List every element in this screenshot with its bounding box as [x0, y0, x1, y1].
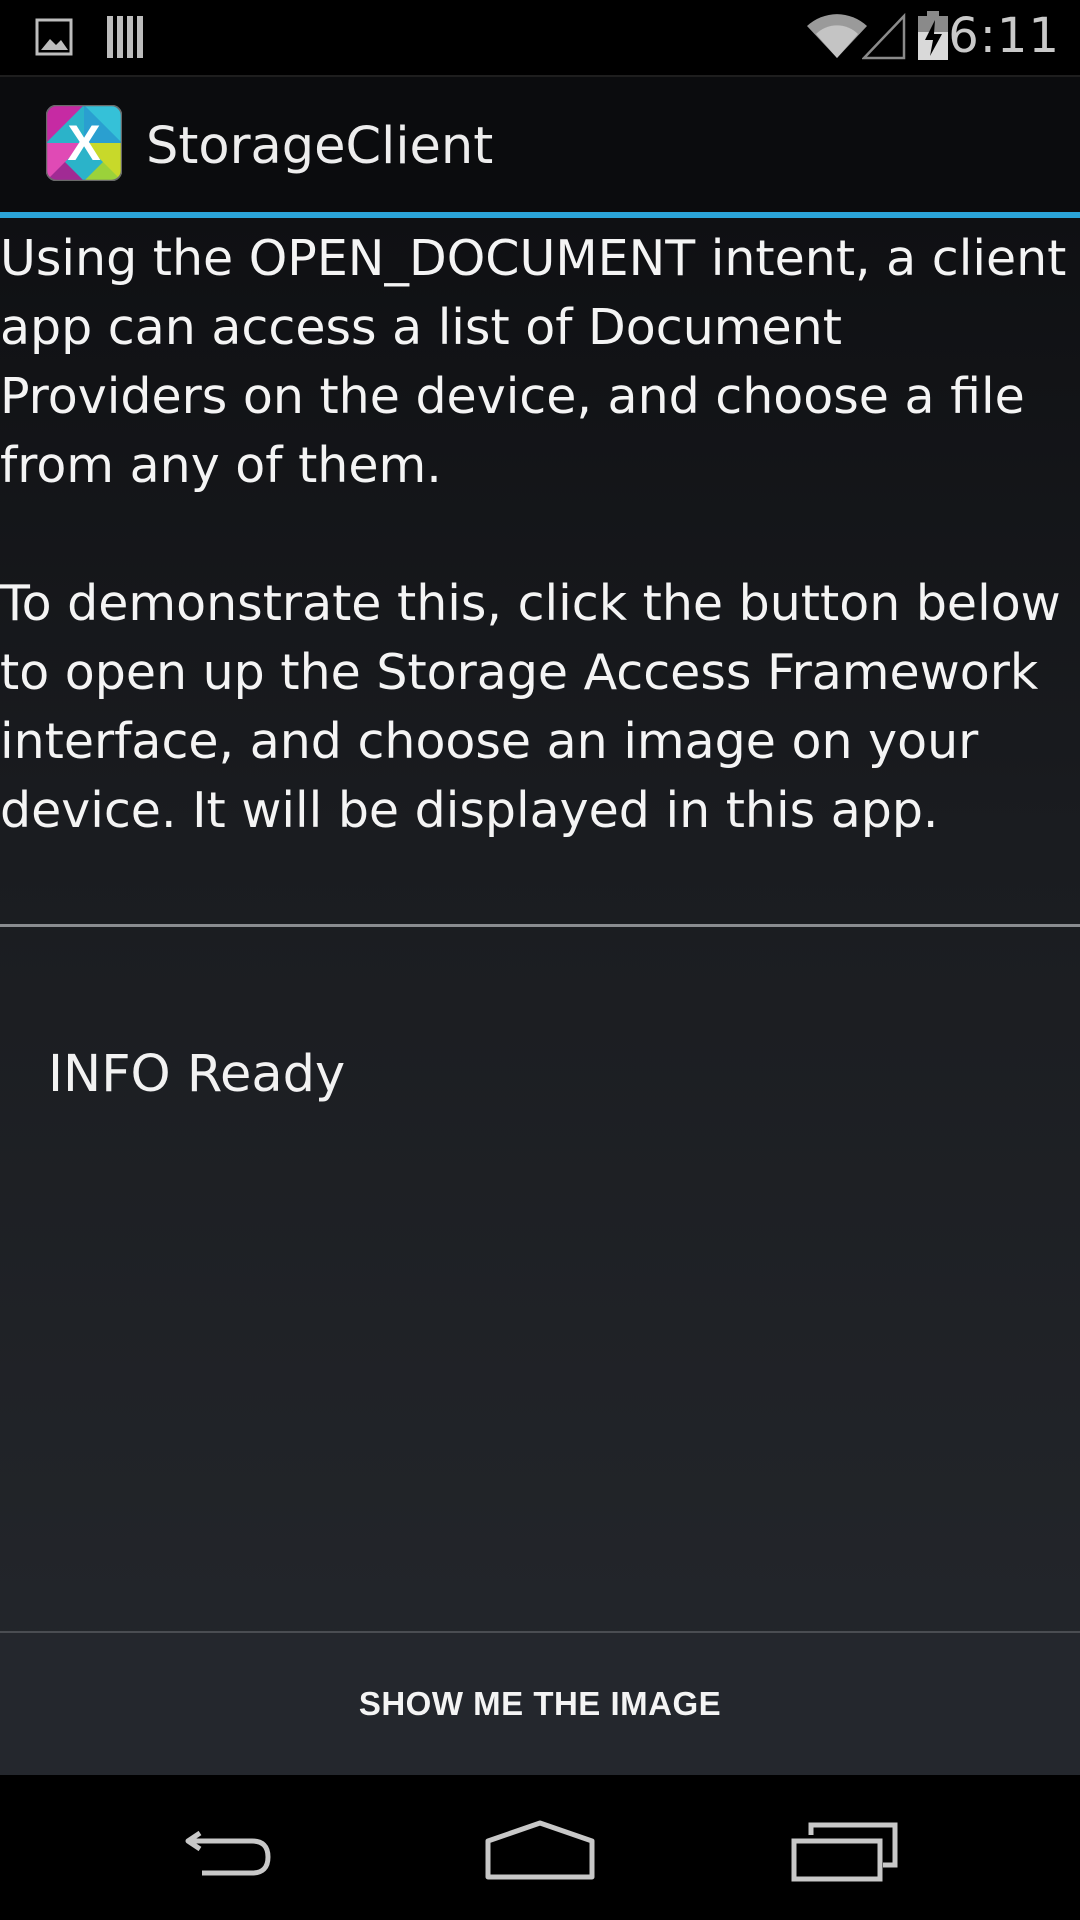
navigation-bar: [0, 1775, 1080, 1920]
back-icon[interactable]: [140, 1775, 340, 1920]
status-time: 6:11: [948, 8, 1060, 64]
barcode-notification-icon: [107, 16, 143, 58]
main-content: Using the OPEN_DOCUMENT intent, a client…: [0, 218, 1080, 1775]
battery-charging-icon: [918, 11, 948, 60]
app-icon-letter: X: [67, 115, 100, 171]
status-bar: 6:11: [0, 0, 1080, 77]
action-bar: X StorageClient: [0, 77, 1080, 212]
app-icon: X: [46, 105, 122, 181]
show-image-button[interactable]: SHOW ME THE IMAGE: [0, 1633, 1080, 1775]
wifi-icon: [807, 14, 867, 58]
recents-icon[interactable]: [743, 1775, 943, 1920]
image-notification-icon: [35, 18, 73, 56]
intro-text: Using the OPEN_DOCUMENT intent, a client…: [0, 224, 1080, 845]
log-message: INFO Ready: [48, 1045, 346, 1104]
intro-paragraph-2: To demonstrate this, click the button be…: [0, 575, 1061, 839]
intro-paragraph-1: Using the OPEN_DOCUMENT intent, a client…: [0, 230, 1067, 494]
content-divider: [0, 924, 1080, 927]
app-title: StorageClient: [146, 117, 494, 176]
home-icon[interactable]: [440, 1775, 640, 1920]
cell-signal-icon: [862, 12, 906, 60]
